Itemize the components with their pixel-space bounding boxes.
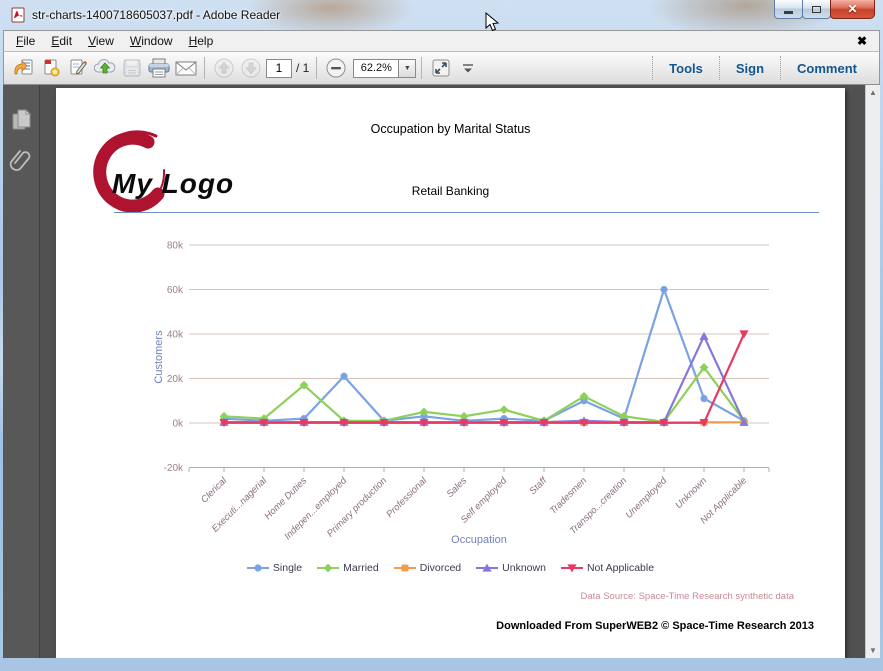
cloud-upload-icon[interactable] [91,55,118,81]
legend-marker-icon [560,564,583,573]
company-logo: My Logo [86,130,266,214]
previous-page-icon[interactable] [210,55,237,81]
legend-item[interactable]: Married [317,562,379,574]
menu-help[interactable]: Help [181,32,222,50]
fit-window-icon[interactable] [427,55,454,81]
legend-label: Single [272,562,303,574]
tools-button[interactable]: Tools [653,61,719,76]
vertical-scrollbar[interactable]: ▲ ▼ [865,85,880,658]
title-bar[interactable]: str-charts-1400718605037.pdf - Adobe Rea… [0,0,883,30]
legend-label: Unknown [502,562,546,574]
next-page-icon[interactable] [237,55,264,81]
zoom-level-input[interactable]: 62.2% [353,58,400,78]
close-icon: ✕ [847,2,858,16]
legend-item[interactable]: Not Applicable [560,562,655,574]
mouse-cursor [485,12,500,32]
toolbar: / 1 62.2% ▼ Tools [3,52,880,85]
data-source-note: Data Source: Space-Time Research synthet… [580,591,795,602]
maximize-icon [812,5,821,13]
zoom-dropdown-button[interactable]: ▼ [399,58,417,78]
open-icon[interactable] [10,55,37,81]
series-line-unknown [224,335,745,424]
menu-view[interactable]: View [80,32,122,50]
page-number-input[interactable] [266,58,292,78]
email-icon[interactable] [172,55,199,81]
save-icon[interactable] [118,55,145,81]
header-divider [114,212,819,213]
legend-marker-icon [476,563,499,572]
menu-file[interactable]: File [8,32,43,50]
x-category-label: Unemployed [624,475,670,521]
pdf-page[interactable]: Occupation by Marital Status My Logo Ret… [56,88,845,658]
toolbar-separator [316,57,318,79]
maximize-button[interactable] [802,0,831,19]
page-thumbnails-icon[interactable] [9,107,33,133]
window-title: str-charts-1400718605037.pdf - Adobe Rea… [32,8,281,22]
comment-button[interactable]: Comment [781,61,873,76]
toolbar-separator [204,57,205,79]
print-icon[interactable] [145,55,172,81]
document-view[interactable]: Occupation by Marital Status My Logo Ret… [40,85,865,658]
chart-subtitle: Retail Banking [411,184,490,198]
menu-bar: File Edit View Window Help ✖ [3,30,880,52]
legend-item[interactable]: Single [246,562,303,574]
attachments-paperclip-icon[interactable] [9,147,33,173]
legend-label: Not Applicable [586,562,655,574]
menu-edit[interactable]: Edit [43,32,80,50]
x-category-label: Clerical [199,475,230,506]
legend-marker-icon [317,563,340,573]
x-category-label: Staff [528,474,551,497]
legend-marker-icon [393,564,416,572]
legend-item[interactable]: Divorced [393,562,462,574]
scroll-up-icon[interactable]: ▲ [866,88,880,97]
y-tick-label: 0k [172,419,184,430]
legend-label: Divorced [419,562,462,574]
line-chart: 80k 60k 40k 20k 0k -20k Clerical Executi...nage… [56,218,845,558]
sign-button[interactable]: Sign [720,61,780,76]
x-category-label: Sales [445,475,470,500]
minimize-button[interactable] [774,0,803,19]
series-line-married [223,366,745,423]
close-document-icon[interactable]: ✖ [857,34,875,48]
scroll-down-icon[interactable]: ▼ [866,646,880,655]
pdf-file-icon [11,7,25,23]
x-category-label: Tradesmen [548,475,589,516]
zoom-out-icon[interactable] [322,55,349,81]
chevron-down-icon: ▼ [403,64,411,72]
legend-label: Married [343,562,379,574]
legend-marker-icon [246,564,269,572]
page-count-label: / 1 [296,61,310,75]
close-button[interactable]: ✕ [830,0,875,19]
toolbar-separator [421,57,423,79]
navigation-pane [3,85,40,658]
y-axis-title: Customers [153,330,165,384]
download-footer: Downloaded From SuperWEB2 © Space-Time R… [496,620,814,632]
menu-window[interactable]: Window [122,32,181,50]
y-tick-label: 80k [167,241,184,252]
legend-item[interactable]: Unknown [476,562,546,574]
document-pane: Occupation by Marital Status My Logo Ret… [3,85,880,658]
y-tick-label: 40k [167,330,184,341]
toolbar-overflow-icon[interactable] [454,55,481,81]
sign-document-icon[interactable] [64,55,91,81]
series-line-single [223,288,745,422]
y-tick-label: -20k [164,463,184,474]
chart-legend: Single Married Divorced Unknown Not Applicab… [56,562,845,574]
x-category-label: Unknown [673,475,709,511]
x-category-label: Professional [384,475,429,520]
create-pdf-icon[interactable] [37,55,64,81]
adobe-reader-window: str-charts-1400718605037.pdf - Adobe Rea… [0,0,883,671]
y-tick-label: 20k [167,374,184,385]
x-axis-title: Occupation [451,534,507,546]
y-tick-label: 60k [167,285,184,296]
